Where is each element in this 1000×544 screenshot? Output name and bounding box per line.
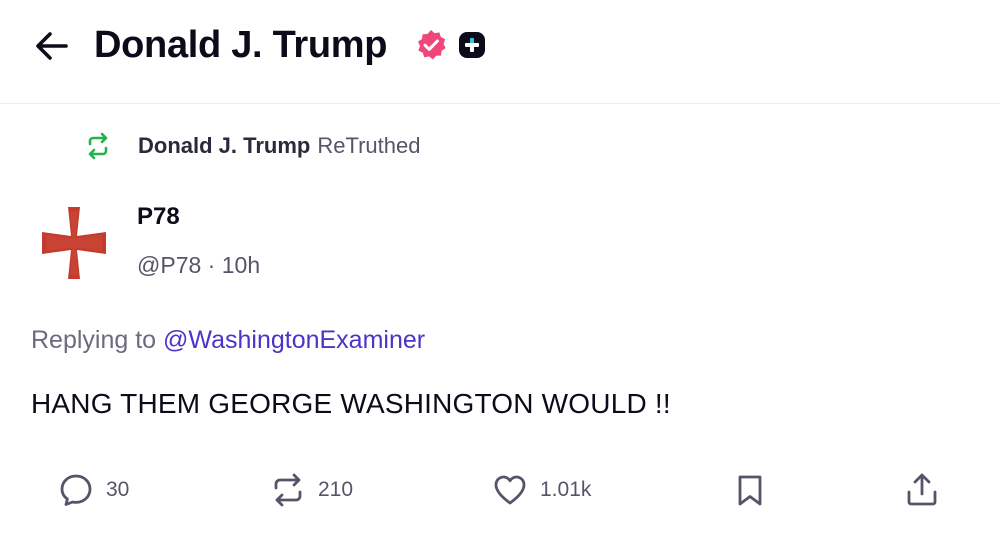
action-bar: 30 210 1.01k xyxy=(0,466,1000,514)
share-button[interactable] xyxy=(904,466,940,514)
post-text: HANG THEM GEORGE WASHINGTON WOULD !! xyxy=(31,388,671,419)
bookmark-icon xyxy=(738,475,762,506)
retruth-user-name[interactable]: Donald J. Trump xyxy=(138,133,310,159)
plus-badge-icon xyxy=(459,32,485,58)
author-handle[interactable]: @P78 xyxy=(137,252,201,278)
back-button[interactable] xyxy=(30,24,74,68)
bookmark-button[interactable] xyxy=(732,466,768,514)
retruth-button[interactable]: 210 xyxy=(270,466,353,514)
replying-prefix: Replying to xyxy=(31,326,157,354)
share-icon xyxy=(907,473,937,506)
verified-badge-icon xyxy=(418,30,446,60)
author-name[interactable]: P78 xyxy=(137,203,180,231)
like-button[interactable]: 1.01k xyxy=(492,466,591,514)
author-meta: @P78 · 10h xyxy=(137,252,260,279)
reply-icon xyxy=(60,474,92,506)
page-title: Donald J. Trump xyxy=(94,24,388,66)
heart-icon xyxy=(494,475,526,505)
post-time[interactable]: 10h xyxy=(222,252,260,278)
retruth-count: 210 xyxy=(318,478,354,501)
reply-count: 30 xyxy=(106,478,130,501)
replying-mention-link[interactable]: @WashingtonExaminer xyxy=(163,326,425,354)
like-count: 1.01k xyxy=(540,478,592,501)
meta-separator: · xyxy=(207,252,216,278)
retruth-label: ReTruthed xyxy=(317,133,421,158)
avatar[interactable] xyxy=(36,205,112,281)
profile-header: Donald J. Trump xyxy=(0,0,1000,104)
retruth-icon xyxy=(88,132,108,160)
arrow-left-icon xyxy=(36,32,68,60)
replying-to: Replying to @WashingtonExaminer xyxy=(31,326,425,355)
retruth-notice: Donald J. Trump ReTruthed xyxy=(84,130,420,162)
retruth-icon xyxy=(274,473,302,507)
reply-button[interactable]: 30 xyxy=(58,466,129,514)
